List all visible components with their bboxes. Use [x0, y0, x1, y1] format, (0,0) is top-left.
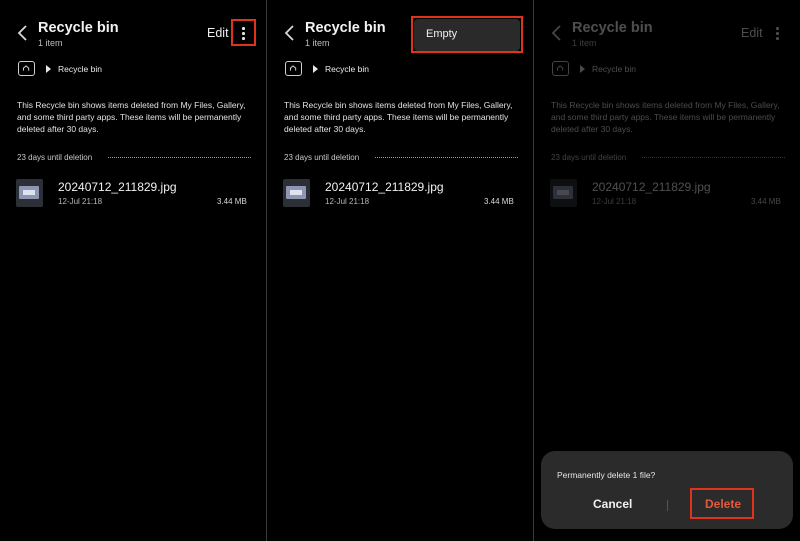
divider: [375, 157, 518, 158]
back-arrow-icon[interactable]: [16, 24, 30, 42]
deletion-countdown: 23 days until deletion: [284, 153, 360, 162]
home-icon[interactable]: [18, 61, 35, 76]
breadcrumb-arrow-icon: [580, 65, 585, 73]
home-icon[interactable]: [285, 61, 302, 76]
file-thumbnail[interactable]: [16, 179, 43, 207]
file-size: 3.44 MB: [484, 197, 514, 206]
highlight-box: [231, 19, 256, 46]
item-count: 1 item: [305, 38, 330, 48]
file-date: 12-Jul 21:18: [58, 197, 103, 206]
delete-confirmation-dialog: Permanently delete 1 file? Cancel Delete: [541, 451, 793, 529]
file-date: 12-Jul 21:18: [325, 197, 370, 206]
breadcrumb[interactable]: Recycle bin: [325, 64, 369, 74]
home-icon: [552, 61, 569, 76]
file-thumbnail[interactable]: [283, 179, 310, 207]
back-arrow-icon: [551, 25, 561, 41]
file-name[interactable]: 20240712_211829.jpg: [58, 180, 177, 194]
deletion-countdown: 23 days until deletion: [17, 153, 93, 162]
file-name[interactable]: 20240712_211829.jpg: [325, 180, 444, 194]
back-arrow-icon[interactable]: [283, 24, 297, 42]
divider: [642, 157, 785, 158]
recycle-bin-description: This Recycle bin shows items deleted fro…: [551, 100, 780, 134]
page-title: Recycle bin: [572, 20, 653, 36]
file-thumbnail: [550, 179, 577, 207]
highlight-box: [411, 16, 523, 53]
recycle-bin-description: This Recycle bin shows items deleted fro…: [17, 100, 246, 134]
file-name: 20240712_211829.jpg: [592, 180, 711, 194]
edit-button: Edit: [741, 26, 763, 40]
breadcrumb[interactable]: Recycle bin: [58, 64, 102, 74]
recycle-bin-description: This Recycle bin shows items deleted fro…: [284, 100, 513, 134]
page-title: Recycle bin: [38, 20, 119, 36]
dialog-message: Permanently delete 1 file?: [557, 470, 656, 480]
more-options-icon: [770, 24, 784, 42]
cancel-button[interactable]: Cancel: [593, 497, 632, 511]
screen-recycle-bin-menu: Recycle bin 1 item Empty Recycle bin Thi…: [267, 0, 533, 541]
file-size: 3.44 MB: [751, 197, 781, 206]
button-separator: [667, 500, 668, 511]
edit-button[interactable]: Edit: [207, 26, 229, 40]
item-count: 1 item: [572, 38, 597, 48]
page-title: Recycle bin: [305, 20, 386, 36]
breadcrumb-arrow-icon: [313, 65, 318, 73]
divider: [108, 157, 251, 158]
screen-recycle-bin-dialog: Recycle bin 1 item Edit Recycle bin This…: [534, 0, 800, 541]
item-count: 1 item: [38, 38, 63, 48]
breadcrumb: Recycle bin: [592, 64, 636, 74]
file-date: 12-Jul 21:18: [592, 197, 637, 206]
deletion-countdown: 23 days until deletion: [551, 153, 627, 162]
breadcrumb-arrow-icon: [46, 65, 51, 73]
file-size: 3.44 MB: [217, 197, 247, 206]
highlight-box: [690, 488, 754, 519]
screen-recycle-bin: Recycle bin 1 item Edit Recycle bin This…: [0, 0, 266, 541]
